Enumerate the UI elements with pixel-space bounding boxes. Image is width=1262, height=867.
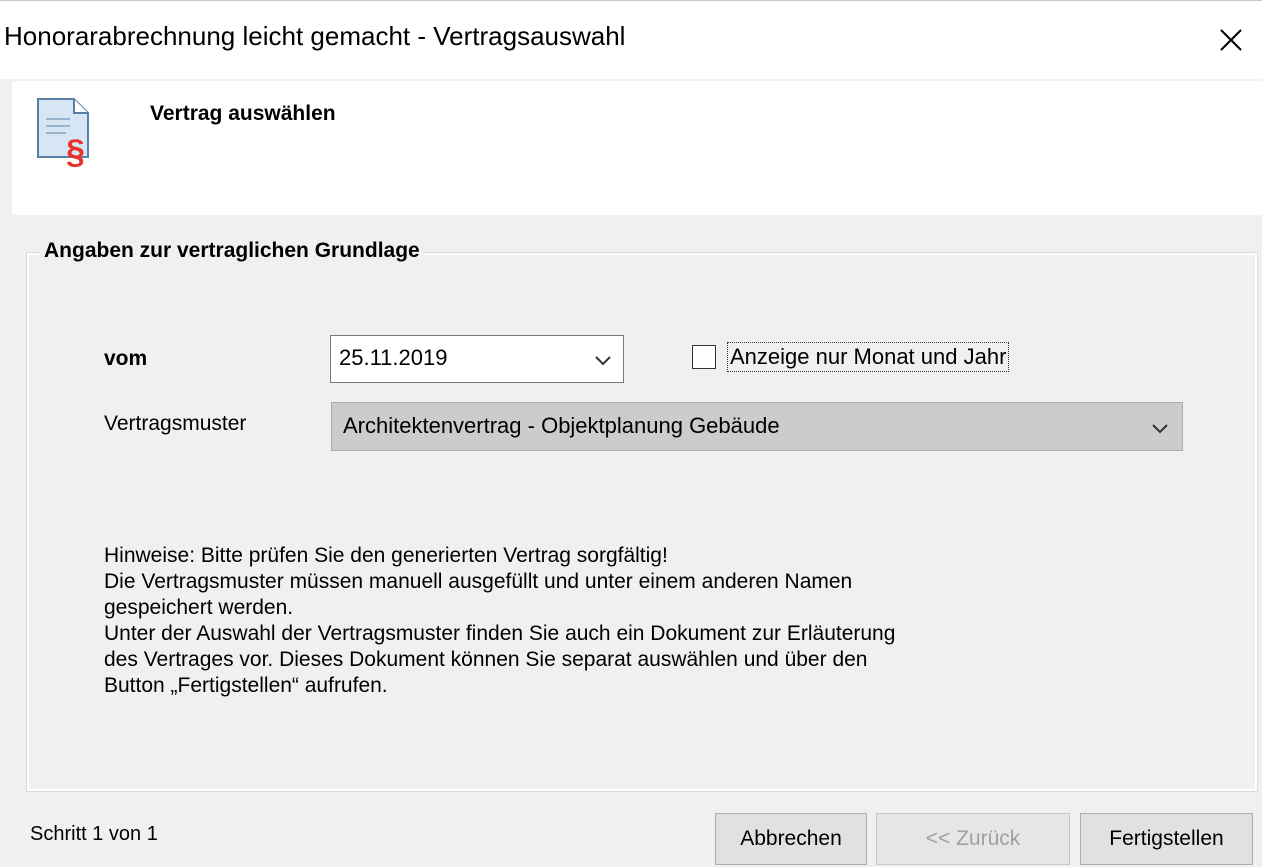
date-value: 25.11.2019 xyxy=(339,345,448,370)
contract-basis-group xyxy=(26,252,1258,792)
hint-text: Hinweise: Bitte prüfen Sie den generiert… xyxy=(104,543,1204,699)
page-title: Vertrag auswählen xyxy=(150,102,336,125)
wizard-dialog: Honorarabrechnung leicht gemacht - Vertr… xyxy=(0,0,1262,867)
hint-line: Button „Fertigstellen“ aufrufen. xyxy=(104,674,388,697)
hint-line: Die Vertragsmuster müssen manuell ausgef… xyxy=(104,570,853,593)
step-indicator: Schritt 1 von 1 xyxy=(30,823,158,845)
window-title: Honorarabrechnung leicht gemacht - Vertr… xyxy=(4,21,626,51)
month-year-checkbox[interactable] xyxy=(692,345,716,369)
group-title: Angaben zur vertraglichen Grundlage xyxy=(40,239,424,263)
cancel-button[interactable]: Abbrechen xyxy=(715,813,867,865)
hint-line: gespeichert werden. xyxy=(104,596,294,619)
hint-line: des Vertrages vor. Dieses Dokument könne… xyxy=(104,648,868,671)
template-select[interactable]: Architektenvertrag - Objektplanung Gebäu… xyxy=(331,402,1183,451)
template-value: Architektenvertrag - Objektplanung Gebäu… xyxy=(343,413,780,438)
contract-document-icon: § xyxy=(36,97,92,172)
template-label: Vertragsmuster xyxy=(104,412,247,435)
close-icon xyxy=(1220,29,1242,51)
hint-line: Hinweise: Bitte prüfen Sie den generiert… xyxy=(104,544,668,567)
date-picker[interactable]: 25.11.2019 xyxy=(330,335,624,383)
svg-text:§: § xyxy=(66,133,85,167)
title-bar: Honorarabrechnung leicht gemacht - Vertr… xyxy=(0,1,1262,79)
month-year-checkbox-label[interactable]: Anzeige nur Monat und Jahr xyxy=(727,342,1010,372)
close-button[interactable] xyxy=(1200,1,1262,79)
chevron-down-icon[interactable] xyxy=(593,350,613,375)
chevron-down-icon[interactable] xyxy=(1150,419,1170,444)
back-button[interactable]: << Zurück xyxy=(876,813,1070,865)
date-label: vom xyxy=(104,347,148,370)
hint-line: Unter der Auswahl der Vertragsmuster fin… xyxy=(104,622,896,645)
wizard-header: § Vertrag auswählen xyxy=(12,81,1262,215)
finish-button[interactable]: Fertigstellen xyxy=(1080,813,1253,865)
